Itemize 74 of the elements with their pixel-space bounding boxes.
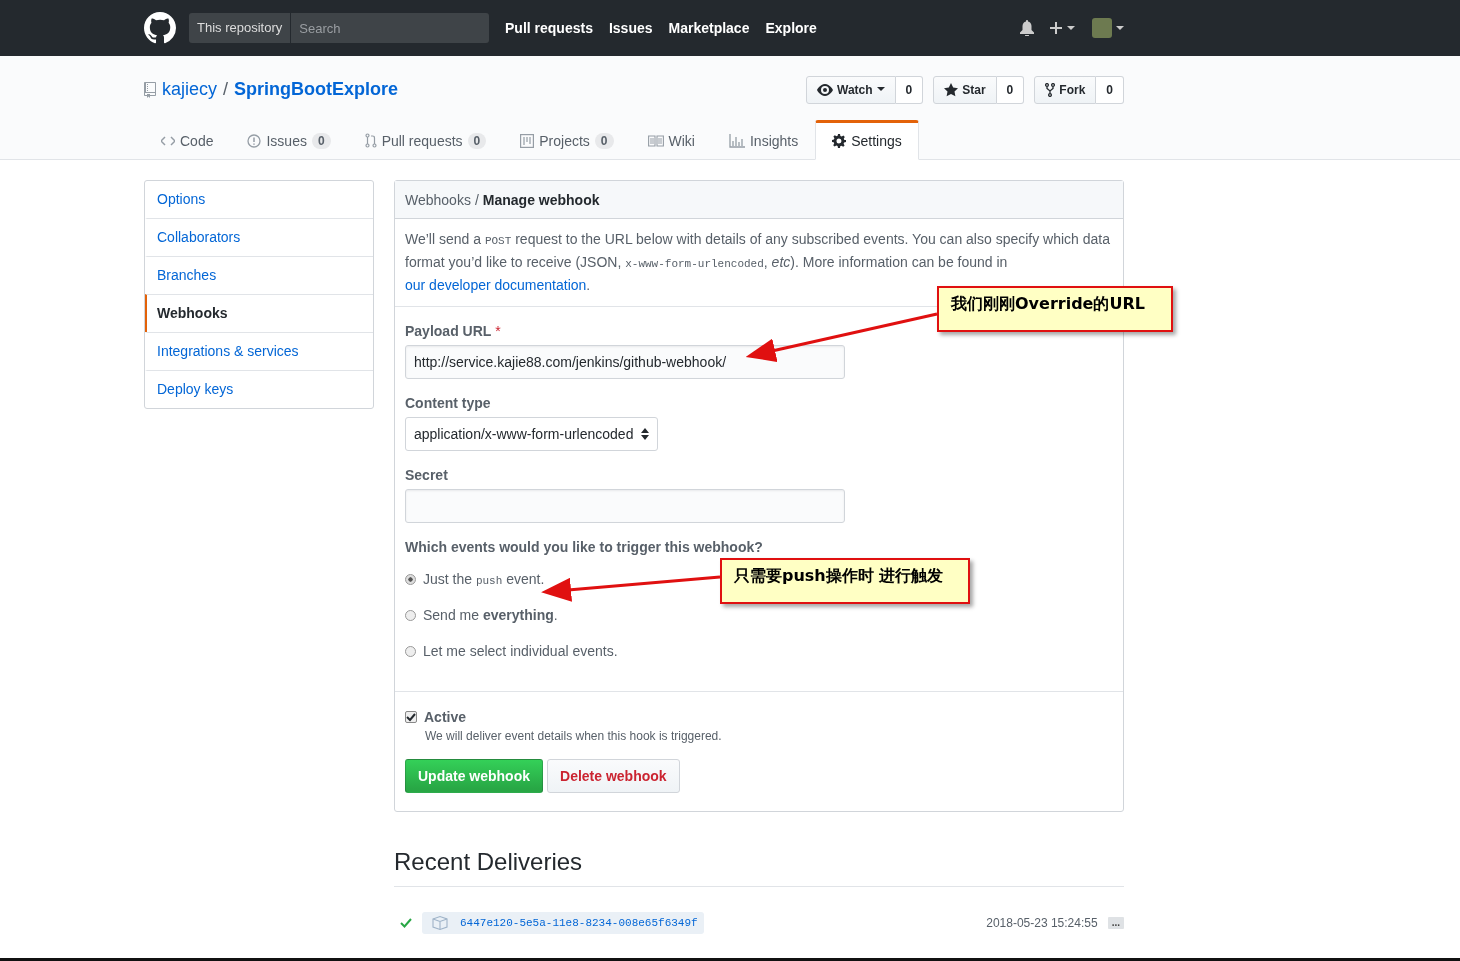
count-label[interactable]: 0 [895, 75, 924, 104]
events-question: Which events would you like to trigger this webhook? [405, 539, 764, 555]
settings-menu-item[interactable]: Options [145, 181, 373, 218]
breadcrumb-link[interactable]: Webhooks [405, 191, 471, 208]
breadcrumb-separator: / [474, 191, 479, 208]
repo-owner-link[interactable]: kajiecy [162, 79, 218, 100]
text-input-field[interactable] [405, 489, 845, 523]
search-scope-label: This repository [189, 13, 292, 43]
repo-tab[interactable]: Pull requests 0 [347, 120, 504, 159]
page-title: Manage webhook [482, 191, 600, 208]
settings-menu-item[interactable]: Deploy keys [145, 370, 373, 408]
more-button[interactable]: ... [1107, 917, 1124, 929]
delivery-date: 2018-05-23 15:24:55 [986, 916, 1098, 930]
annotation-callout: 我们刚刚Override的URL [937, 286, 1173, 332]
pull-request-icon [364, 133, 377, 148]
radio-label: Let me select individual events. [423, 643, 618, 659]
count-label[interactable]: 0 [996, 75, 1025, 104]
sort-arrows-icon [641, 428, 650, 440]
settings-menu-item[interactable]: Collaborators [145, 218, 373, 256]
settings-menu-item[interactable]: Webhooks [145, 294, 373, 332]
repo-tab[interactable]: Settings [815, 120, 919, 160]
bell-icon[interactable] [1020, 20, 1034, 36]
radio-button[interactable] [405, 609, 416, 621]
settings-menu-item[interactable]: Integrations & services [145, 332, 373, 370]
watch-button[interactable]: Watch [806, 75, 896, 104]
section-heading: Recent Deliveries [394, 848, 1124, 887]
repository-icon [144, 81, 156, 98]
package-icon [432, 916, 448, 930]
project-board-icon [520, 133, 535, 148]
search-field[interactable]: Search [291, 13, 489, 43]
header-nav-link[interactable]: Marketplace [668, 20, 750, 36]
bar-graph-icon [728, 133, 745, 148]
repo-name-link[interactable]: SpringBootExplore [234, 79, 399, 100]
radio-label: Send me everything. [423, 607, 558, 623]
caret-icon [1116, 25, 1124, 31]
radio-button[interactable] [405, 573, 416, 585]
avatar-dropdown[interactable] [1092, 18, 1124, 38]
field-label: Payload URL [405, 323, 492, 339]
delivery-link[interactable]: 6447e120-5e5a-11e8-8234-008e65f6349f [422, 912, 704, 934]
star-button[interactable]: Star [933, 75, 997, 104]
fork-icon [1045, 82, 1056, 97]
header-nav-link[interactable]: Pull requests [505, 20, 593, 36]
radio-button[interactable] [405, 645, 416, 657]
repo-tab[interactable]: Projects 0 [503, 120, 631, 159]
repo-tab[interactable]: Code [144, 120, 231, 159]
field-label: Secret [405, 467, 448, 483]
checkbox-note: We will deliver event details when this hook is triggered. [425, 729, 723, 743]
plus-dropdown-icon[interactable] [1050, 21, 1076, 35]
issue-icon [247, 133, 262, 148]
repo-tab[interactable]: Wiki [630, 120, 712, 159]
radio-label: Just the push event. [423, 571, 545, 587]
annotation-callout: 只需要push操作时 进行触发 [720, 558, 970, 604]
delete-button[interactable]: Delete webhook [547, 759, 680, 793]
check-icon [400, 918, 412, 928]
book-icon [647, 134, 664, 147]
checkbox-label: Active [424, 709, 467, 725]
caret-icon [876, 87, 885, 92]
header-nav-link[interactable]: Issues [608, 20, 653, 36]
code-icon [161, 135, 175, 146]
repo-tab[interactable]: Insights [711, 120, 816, 159]
text-input-field[interactable]: http://service.kajie88.com/jenkins/github-webhook/ [405, 345, 845, 379]
github-logo-icon[interactable] [144, 12, 176, 44]
count-label[interactable]: 0 [1096, 75, 1124, 104]
field-label: Content type [405, 395, 491, 411]
star-icon [944, 82, 959, 97]
checkbox[interactable] [405, 711, 417, 723]
path-separator: / [223, 79, 229, 100]
settings-icon [832, 134, 847, 148]
header-nav-link[interactable]: Explore [765, 20, 817, 36]
eye-icon [817, 83, 833, 96]
fork-button[interactable]: Fork [1034, 75, 1097, 104]
required-asterisk: * [495, 323, 501, 339]
repo-tab[interactable]: Issues 0 [230, 120, 348, 159]
content-type-select[interactable]: application/x-www-form-urlencoded [405, 417, 659, 451]
